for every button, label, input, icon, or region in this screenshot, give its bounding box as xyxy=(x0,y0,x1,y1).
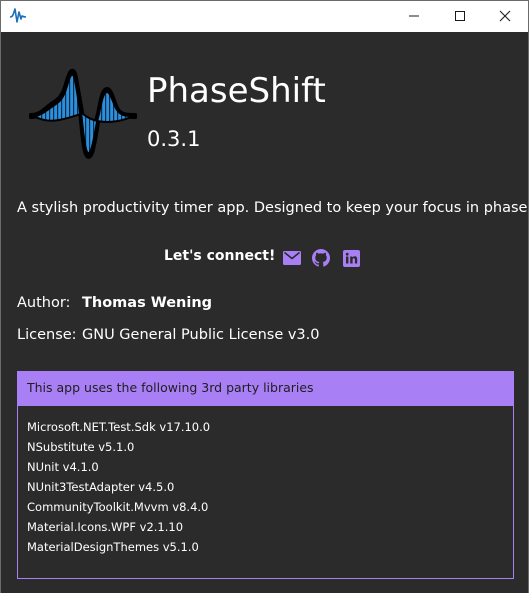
maximize-button[interactable] xyxy=(437,1,483,32)
linkedin-icon[interactable] xyxy=(340,247,362,269)
author-name: Thomas Wening xyxy=(82,295,213,311)
minimize-button[interactable] xyxy=(391,1,437,32)
library-item: NUnit v4.1.0 xyxy=(27,460,99,474)
mail-icon[interactable] xyxy=(281,247,303,269)
connect-label: Let's connect! xyxy=(164,248,276,264)
license-value: GNU General Public License v3.0 xyxy=(82,327,320,343)
app-version: 0.3.1 xyxy=(147,127,201,151)
app-icon xyxy=(9,7,27,25)
library-item: MaterialDesignThemes v5.1.0 xyxy=(27,540,199,554)
libraries-panel: This app uses the following 3rd party li… xyxy=(17,371,514,579)
library-item: Microsoft.NET.Test.Sdk v17.10.0 xyxy=(27,420,211,434)
library-item: Material.Icons.WPF v2.1.10 xyxy=(27,520,184,534)
minimize-icon xyxy=(408,7,420,26)
about-window: PhaseShift 0.3.1 A stylish productivity … xyxy=(0,0,529,593)
license-label: License: xyxy=(17,327,77,343)
github-icon[interactable] xyxy=(310,247,332,269)
libraries-list[interactable]: Microsoft.NET.Test.Sdk v17.10.0 NSubstit… xyxy=(18,406,513,559)
library-item: NUnit3TestAdapter v4.5.0 xyxy=(27,480,175,494)
close-icon xyxy=(499,7,511,26)
author-label: Author: xyxy=(17,295,71,311)
app-name: PhaseShift xyxy=(147,71,326,111)
library-item: NSubstitute v5.1.0 xyxy=(27,440,135,454)
maximize-icon xyxy=(454,7,466,26)
about-content: PhaseShift 0.3.1 A stylish productivity … xyxy=(1,32,529,593)
app-tagline: A stylish productivity timer app. Design… xyxy=(17,200,529,216)
title-bar[interactable] xyxy=(1,1,528,32)
libraries-header: This app uses the following 3rd party li… xyxy=(18,372,513,406)
phaseshift-logo xyxy=(28,64,138,160)
close-button[interactable] xyxy=(482,1,528,32)
library-item: CommunityToolkit.Mvvm v8.4.0 xyxy=(27,500,209,514)
